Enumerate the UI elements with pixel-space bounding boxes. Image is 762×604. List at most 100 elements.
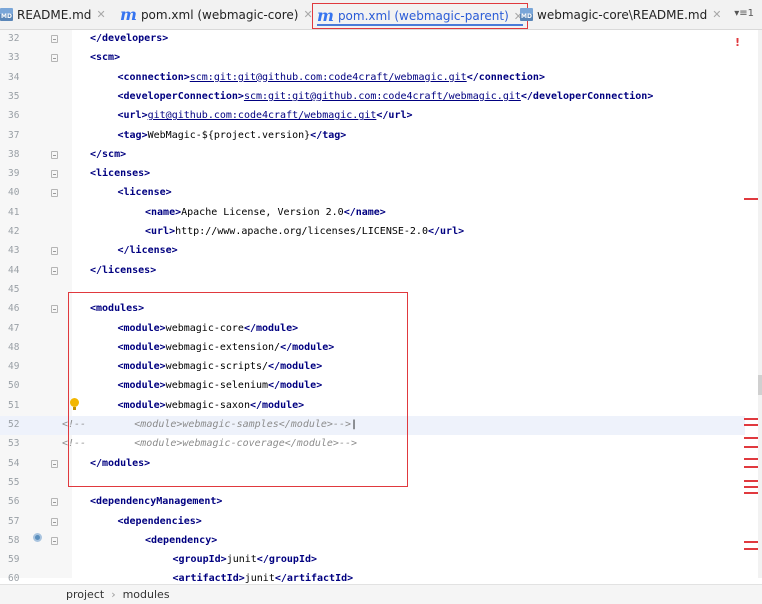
code-line[interactable]: 35 <developerConnection>scm:git:git@githu…: [0, 88, 745, 107]
breadcrumb-item-modules[interactable]: modules: [123, 588, 170, 601]
code-text: <licenses>: [90, 168, 151, 180]
error-stripe-mark[interactable]: [744, 480, 758, 482]
code-line[interactable]: 58 <dependency>: [0, 532, 745, 551]
tab-0[interactable]: MD README.md ✕: [0, 0, 106, 29]
line-number: 43: [8, 245, 20, 257]
code-line[interactable]: 33 <scm>: [0, 49, 745, 68]
code-line[interactable]: 59 <groupId>junit</groupId>: [0, 551, 745, 570]
error-stripe-mark[interactable]: [744, 541, 758, 543]
code-text: <artifactId>junit</artifactId>: [172, 573, 354, 585]
error-stripe-mark[interactable]: [744, 458, 758, 460]
show-all-tabs-button[interactable]: ▾≡1: [734, 8, 754, 19]
line-number: 40: [8, 187, 20, 199]
line-number: 46: [8, 303, 20, 315]
fold-toggle-icon[interactable]: [51, 536, 58, 545]
line-number: 38: [8, 148, 20, 160]
error-stripe-mark[interactable]: [744, 424, 758, 426]
line-number: 45: [8, 283, 20, 295]
code-line[interactable]: 44 </licenses>: [0, 262, 745, 281]
close-icon[interactable]: ✕: [712, 8, 721, 21]
tab-3[interactable]: MD webmagic-core\README.md ✕: [520, 0, 721, 29]
tab-label: webmagic-core\README.md: [537, 7, 708, 22]
code-line[interactable]: 56 <dependencyManagement>: [0, 493, 745, 512]
code-line[interactable]: 34 <connection>scm:git:git@github.com:cod…: [0, 69, 745, 88]
line-number: 39: [8, 168, 20, 180]
fold-toggle-icon[interactable]: [51, 517, 58, 526]
fold-toggle-icon[interactable]: [51, 54, 58, 63]
code-text: <url>git@github.com:code4craft/webmagic.…: [117, 110, 413, 122]
line-number: 44: [8, 264, 20, 276]
maven-file-icon: m: [120, 4, 137, 24]
fold-toggle-icon[interactable]: [51, 266, 58, 275]
code-line[interactable]: 57 <dependencies>: [0, 513, 745, 532]
breadcrumb-item-project[interactable]: project: [66, 588, 104, 601]
tab-2[interactable]: m pom.xml (webmagic-parent) ✕: [312, 3, 528, 29]
close-icon[interactable]: ✕: [96, 8, 105, 21]
line-number: 57: [8, 515, 20, 527]
code-line[interactable]: 36 <url>git@github.com:code4craft/webmagi…: [0, 107, 745, 126]
error-stripe-mark[interactable]: [744, 437, 758, 439]
fold-toggle-icon[interactable]: [51, 498, 58, 507]
code-line[interactable]: 40 <license>: [0, 184, 745, 203]
code-text: <tag>WebMagic-${project.version}</tag>: [117, 129, 347, 141]
editor-tab-bar: MD README.md ✕ m pom.xml (webmagic-core) ✕ m po…: [0, 0, 762, 30]
error-stripe-mark[interactable]: [744, 198, 758, 200]
code-text: <name>Apache License, Version 2.0</name>: [145, 206, 386, 218]
code-text: </scm>: [90, 148, 127, 160]
code-line[interactable]: 42 <url>http://www.apache.org/licenses/LI…: [0, 223, 745, 242]
lightbulb-icon[interactable]: [70, 398, 79, 410]
code-text: <license>: [117, 187, 172, 199]
line-number: 51: [8, 399, 20, 411]
error-stripe-mark[interactable]: [744, 418, 758, 420]
line-number: 60: [8, 573, 20, 585]
fold-toggle-icon[interactable]: [51, 305, 58, 314]
code-line[interactable]: 32 </developers>: [0, 30, 745, 49]
run-gutter-icon[interactable]: [33, 533, 42, 542]
line-number: 48: [8, 341, 20, 353]
error-stripe-mark[interactable]: [744, 466, 758, 468]
fold-toggle-icon[interactable]: [51, 189, 58, 198]
fold-toggle-icon[interactable]: [51, 170, 58, 179]
code-text: <scm>: [90, 52, 121, 64]
code-line[interactable]: 38 </scm>: [0, 146, 745, 165]
tab-label: pom.xml (webmagic-parent): [337, 9, 509, 23]
code-line[interactable]: 41 <name>Apache License, Version 2.0</nam…: [0, 204, 745, 223]
line-number: 35: [8, 90, 20, 102]
error-stripe-mark[interactable]: [744, 486, 758, 488]
tab-label: pom.xml (webmagic-core): [140, 7, 299, 22]
fold-toggle-icon[interactable]: [51, 247, 58, 256]
line-number: 55: [8, 476, 20, 488]
line-number: 32: [8, 33, 20, 44]
error-stripe-mark[interactable]: [744, 492, 758, 494]
line-number: 58: [8, 534, 20, 546]
line-number: 53: [8, 438, 20, 450]
fold-toggle-icon[interactable]: [51, 150, 58, 159]
tab-label: README.md: [17, 7, 92, 22]
fold-toggle-icon[interactable]: [51, 459, 58, 468]
markdown-file-icon: MD: [520, 8, 533, 21]
line-number: 42: [8, 226, 20, 237]
code-text: <developerConnection>scm:git:git@github.…: [117, 90, 654, 102]
line-number: 52: [8, 419, 20, 430]
code-line[interactable]: 37 <tag>WebMagic-${project.version}</tag>: [0, 127, 745, 146]
code-text: </developers>: [90, 33, 169, 44]
code-text: </licenses>: [90, 264, 157, 276]
line-number: 37: [8, 129, 20, 141]
error-indicator-icon[interactable]: !: [735, 36, 740, 49]
error-stripe-mark[interactable]: [744, 446, 758, 448]
line-number: 50: [8, 380, 20, 392]
line-number: 41: [8, 206, 20, 218]
code-text: <dependencyManagement>: [90, 496, 223, 508]
tab-1[interactable]: m pom.xml (webmagic-core) ✕: [120, 0, 313, 29]
fold-toggle-icon[interactable]: [51, 35, 58, 43]
code-text: <dependencies>: [117, 515, 202, 527]
error-stripe-mark[interactable]: [744, 548, 758, 550]
modules-highlight-box: [68, 292, 408, 487]
code-line[interactable]: 43 </license>: [0, 242, 745, 261]
line-number: 36: [8, 110, 20, 122]
vertical-scrollbar[interactable]: [758, 30, 762, 578]
code-line[interactable]: 39 <licenses>: [0, 165, 745, 184]
code-text: <connection>scm:git:git@github.com:code4…: [117, 71, 545, 83]
scrollbar-thumb[interactable]: [758, 375, 762, 395]
line-number: 56: [8, 496, 20, 508]
